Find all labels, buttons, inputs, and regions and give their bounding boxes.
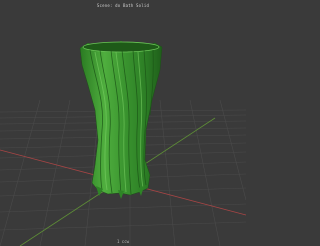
viewport-footer: 1 ccw	[116, 239, 130, 244]
3d-viewport[interactable]: Scene: do Bath Solid 1 ccw	[0, 0, 246, 246]
vase-icon[interactable]	[0, 0, 246, 246]
